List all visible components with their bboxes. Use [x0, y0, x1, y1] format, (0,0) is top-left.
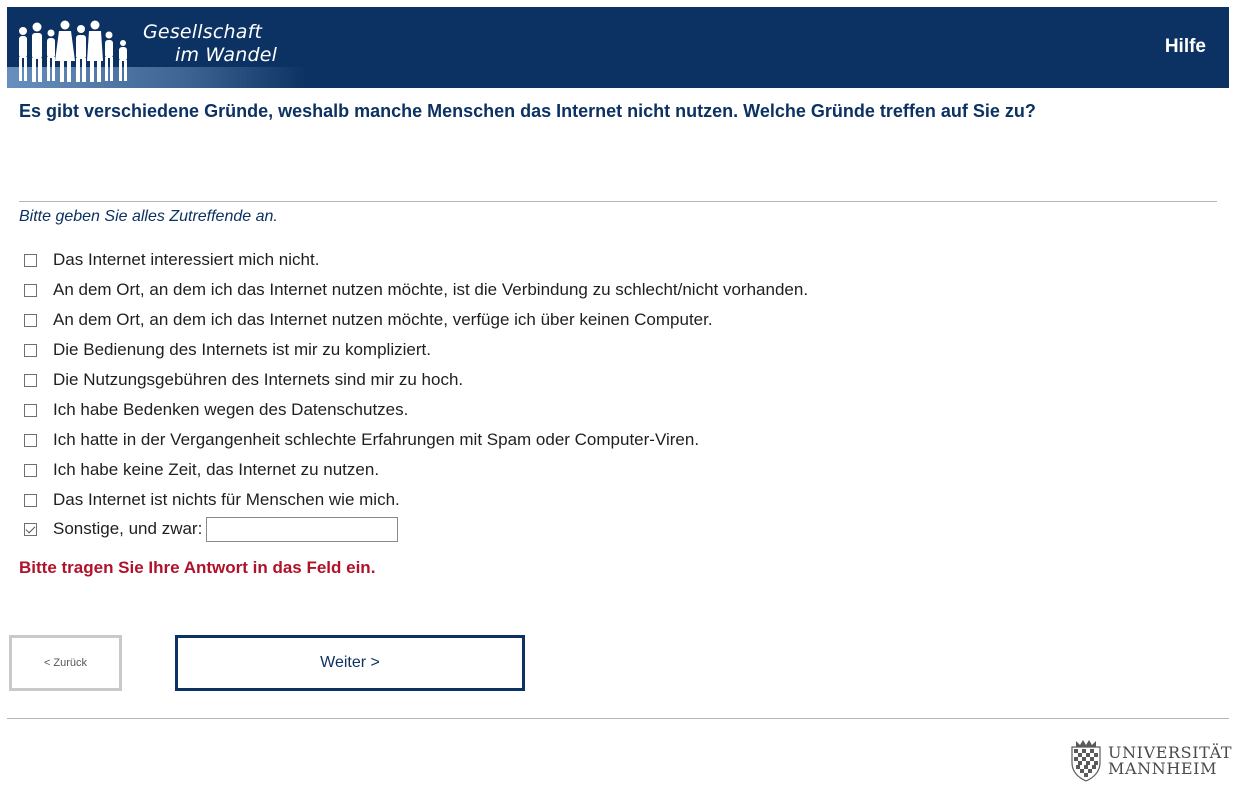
answer-option[interactable]: Das Internet ist nichts für Menschen wie… — [24, 485, 808, 515]
logo-line-1: Gesellschaft — [143, 21, 263, 43]
other-answer-input[interactable] — [206, 516, 399, 542]
option-checkbox[interactable] — [24, 403, 37, 417]
option-checkbox[interactable] — [24, 343, 37, 357]
option-label: Das Internet ist nichts für Menschen wie… — [53, 490, 400, 509]
university-logo: UNIVERSITÄT MANNHEIM — [1066, 737, 1232, 783]
option-checkbox[interactable] — [24, 313, 37, 327]
answer-option[interactable]: Die Bedienung des Internets ist mir zu k… — [24, 335, 808, 365]
other-option-label: Sonstige, und zwar: — [53, 519, 203, 538]
option-checkbox[interactable] — [24, 493, 37, 507]
option-checkbox[interactable] — [24, 433, 37, 447]
option-label: An dem Ort, an dem ich das Internet nutz… — [53, 280, 809, 299]
university-name-line-2: MANNHEIM — [1108, 759, 1218, 778]
answer-option[interactable]: An dem Ort, an dem ich das Internet nutz… — [24, 275, 808, 305]
option-label: Die Bedienung des Internets ist mir zu k… — [53, 340, 431, 359]
question-text: Es gibt verschiedene Gründe, weshalb man… — [19, 101, 1036, 121]
answer-option[interactable]: An dem Ort, an dem ich das Internet nutz… — [24, 305, 808, 335]
university-name: UNIVERSITÄT MANNHEIM — [1108, 745, 1232, 777]
option-checkbox[interactable] — [24, 463, 37, 477]
option-label: Ich hatte in der Vergangenheit schlechte… — [53, 430, 700, 449]
answer-options-list: Das Internet interessiert mich nicht. An… — [24, 245, 808, 543]
help-link[interactable]: Hilfe — [1165, 36, 1206, 58]
answer-option[interactable]: Ich habe Bedenken wegen des Datenschutze… — [24, 395, 808, 425]
people-silhouettes-icon — [19, 20, 127, 82]
university-crest-icon — [1071, 740, 1101, 782]
next-button[interactable]: Weiter > — [175, 635, 525, 691]
option-checkbox[interactable] — [24, 373, 37, 387]
validation-error-message: Bitte tragen Sie Ihre Antwort in das Fel… — [19, 558, 376, 577]
answer-option[interactable]: Das Internet interessiert mich nicht. — [24, 245, 808, 275]
instruction-text: Bitte geben Sie alles Zutreffende an. — [19, 208, 278, 225]
option-checkbox[interactable] — [24, 253, 37, 267]
other-option-checkbox[interactable] — [24, 522, 37, 536]
answer-option[interactable]: Ich habe keine Zeit, das Internet zu nut… — [24, 455, 808, 485]
option-label: Die Nutzungsgebühren des Internets sind … — [53, 370, 464, 389]
answer-option[interactable]: Die Nutzungsgebühren des Internets sind … — [24, 365, 808, 395]
option-label: Ich habe Bedenken wegen des Datenschutze… — [53, 400, 409, 419]
option-label: Ich habe keine Zeit, das Internet zu nut… — [53, 460, 380, 479]
survey-logo-text: Gesellschaft im Wandel — [143, 21, 277, 67]
answer-option-other[interactable]: Sonstige, und zwar: — [24, 515, 808, 543]
option-label: Das Internet interessiert mich nicht. — [53, 250, 320, 269]
question-divider — [19, 201, 1217, 202]
option-checkbox[interactable] — [24, 283, 37, 297]
footer-divider — [7, 718, 1229, 719]
answer-option[interactable]: Ich hatte in der Vergangenheit schlechte… — [24, 425, 808, 455]
option-label: An dem Ort, an dem ich das Internet nutz… — [53, 310, 713, 329]
back-button[interactable]: < Zurück — [9, 635, 122, 691]
logo-line-2: im Wandel — [175, 44, 278, 66]
site-header: Gesellschaft im Wandel Hilfe — [7, 7, 1229, 88]
